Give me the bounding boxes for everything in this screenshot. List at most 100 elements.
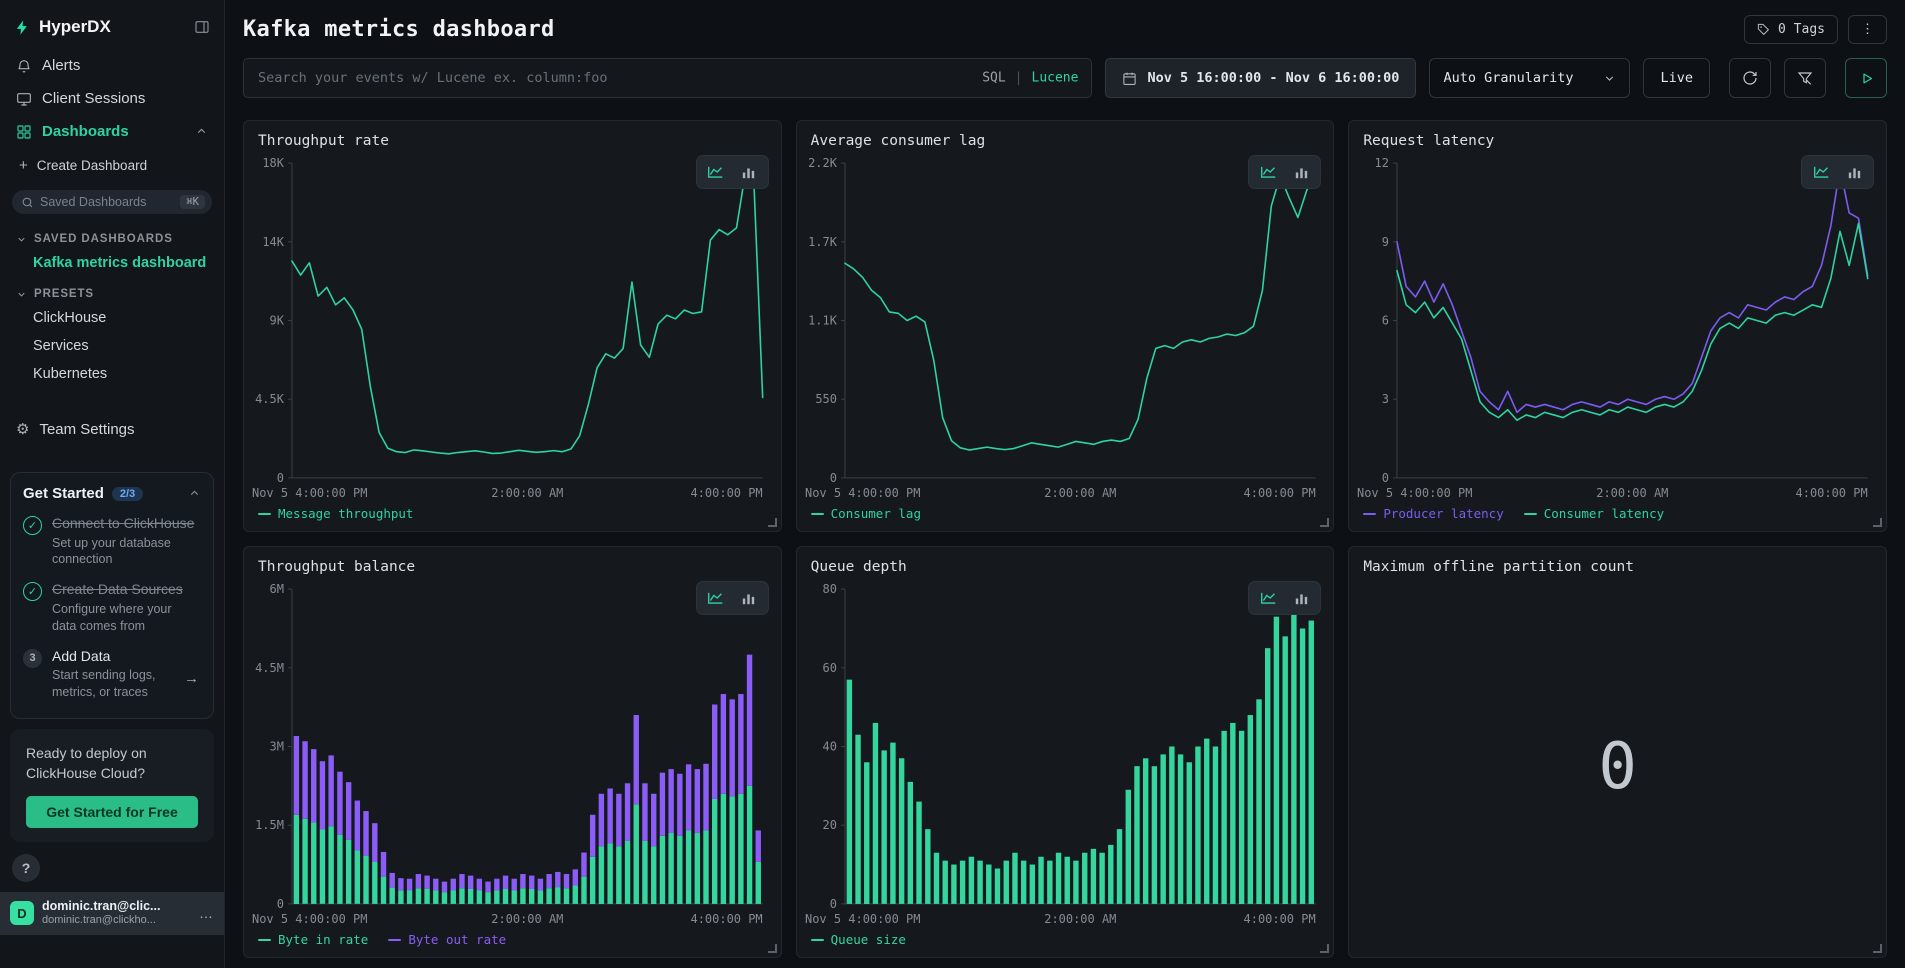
line-chart-icon[interactable] xyxy=(701,160,731,184)
tags-button[interactable]: 0 Tags xyxy=(1744,15,1838,44)
refresh-button[interactable] xyxy=(1729,58,1771,98)
divider: | xyxy=(1015,71,1023,86)
panel-title: Queue depth xyxy=(811,559,907,575)
svg-text:14K: 14K xyxy=(262,235,284,249)
event-search-input[interactable] xyxy=(243,58,1092,98)
deploy-card: Ready to deploy on ClickHouse Cloud? Get… xyxy=(10,729,214,843)
svg-text:12: 12 xyxy=(1375,156,1389,170)
chart-area[interactable]: 020406080Nov 5 4:00:00 PM2:00:00 AM4:00:… xyxy=(797,577,1334,930)
line-chart-icon[interactable] xyxy=(1253,586,1283,610)
get-started-free-button[interactable]: Get Started for Free xyxy=(26,796,198,828)
svg-text:0: 0 xyxy=(277,471,284,485)
chart-area[interactable]: 01.5M3M4.5M6MNov 5 4:00:00 PM2:00:00 AM4… xyxy=(244,577,781,930)
saved-dashboards-search[interactable]: ⌘K xyxy=(12,190,212,214)
bar-chart-icon[interactable] xyxy=(1839,160,1869,184)
svg-text:4:00:00 PM: 4:00:00 PM xyxy=(1243,486,1315,500)
nav-alerts-label: Alerts xyxy=(42,57,80,74)
clear-filters-button[interactable] xyxy=(1784,58,1826,98)
check-circle-icon: ✓ xyxy=(23,582,42,601)
create-dashboard-button[interactable]: + Create Dashboard xyxy=(0,148,224,178)
collapse-sidebar-icon[interactable] xyxy=(194,19,210,35)
svg-text:Nov 5 4:00:00 PM: Nov 5 4:00:00 PM xyxy=(805,912,920,926)
help-button[interactable]: ? xyxy=(12,854,40,882)
svg-text:4:00:00 PM: 4:00:00 PM xyxy=(1243,912,1315,926)
chart-area[interactable]: 04.5K9K14K18KNov 5 4:00:00 PM2:00:00 AM4… xyxy=(244,151,781,504)
chart-area[interactable]: 036912Nov 5 4:00:00 PM2:00:00 AM4:00:00 … xyxy=(1349,151,1886,504)
svg-text:40: 40 xyxy=(822,740,836,754)
grid-icon xyxy=(16,124,32,140)
resize-handle[interactable] xyxy=(1873,944,1882,953)
panel-title: Average consumer lag xyxy=(811,133,986,149)
live-button[interactable]: Live xyxy=(1643,58,1710,98)
resize-handle[interactable] xyxy=(1320,518,1329,527)
search-bar: SQL | Lucene xyxy=(243,58,1092,98)
arrow-right-icon[interactable]: → xyxy=(184,670,199,687)
get-started-step-3[interactable]: 3 Add Data Start sending logs, metrics, … xyxy=(23,648,201,701)
saved-dashboards-section-header[interactable]: SAVED DASHBOARDS xyxy=(0,222,224,249)
nav-dashboards[interactable]: Dashboards xyxy=(0,115,224,148)
legend-item[interactable]: Byte out rate xyxy=(388,932,506,947)
sidebar-item-kubernetes[interactable]: Kubernetes xyxy=(0,360,224,388)
chart-area[interactable]: 05501.1K1.7K2.2KNov 5 4:00:00 PM2:00:00 … xyxy=(797,151,1334,504)
step-title: Connect to ClickHouse xyxy=(52,515,194,533)
run-query-button[interactable] xyxy=(1845,58,1887,98)
presets-section-header[interactable]: PRESETS xyxy=(0,277,224,304)
resize-handle[interactable] xyxy=(768,944,777,953)
bar-chart-icon[interactable] xyxy=(734,160,764,184)
chevron-up-icon[interactable] xyxy=(188,487,201,500)
lucene-toggle[interactable]: Lucene xyxy=(1032,71,1079,86)
get-started-step-1[interactable]: ✓ Connect to ClickHouse Set up your data… xyxy=(23,515,201,568)
svg-text:Nov 5 4:00:00 PM: Nov 5 4:00:00 PM xyxy=(252,486,367,500)
more-menu-button[interactable]: ⋮ xyxy=(1848,15,1887,44)
legend-item[interactable]: Byte in rate xyxy=(258,932,368,947)
panel-average-consumer-lag: Average consumer lag 05501.1K1.7K2.2KNov… xyxy=(796,120,1335,532)
header-actions: 0 Tags ⋮ xyxy=(1744,15,1887,44)
granularity-select[interactable]: Auto Granularity xyxy=(1429,58,1630,98)
get-started-header: Get Started 2/3 xyxy=(23,485,201,502)
chevron-down-icon xyxy=(1603,72,1616,85)
svg-text:6: 6 xyxy=(1382,314,1389,328)
step-number-badge: 3 xyxy=(23,649,42,668)
brand-name: HyperDX xyxy=(39,17,111,37)
get-started-step-2[interactable]: ✓ Create Data Sources Configure where yo… xyxy=(23,581,201,634)
chart-type-toggle xyxy=(696,581,769,615)
sidebar-bottom: Ready to deploy on ClickHouse Cloud? Get… xyxy=(0,719,224,968)
legend-item[interactable]: Queue size xyxy=(811,932,906,947)
svg-text:4:00:00 PM: 4:00:00 PM xyxy=(691,912,763,926)
user-menu[interactable]: D dominic.tran@clic... dominic.tran@clic… xyxy=(0,892,224,934)
svg-text:20: 20 xyxy=(822,818,836,832)
bar-chart-icon[interactable] xyxy=(1286,586,1316,610)
svg-text:3: 3 xyxy=(1382,392,1389,406)
svg-text:9K: 9K xyxy=(270,314,285,328)
legend-item[interactable]: Producer latency xyxy=(1363,506,1503,521)
line-chart-icon[interactable] xyxy=(1806,160,1836,184)
panel-title: Maximum offline partition count xyxy=(1363,559,1634,575)
nav-client-sessions[interactable]: Client Sessions xyxy=(0,82,224,115)
saved-dashboards-search-input[interactable] xyxy=(40,195,174,209)
panel-max-offline-partition-count: Maximum offline partition count 0 xyxy=(1348,546,1887,958)
bar-chart-icon[interactable] xyxy=(734,586,764,610)
user-menu-dots-icon[interactable]: … xyxy=(199,905,214,921)
metric-value: 0 xyxy=(1349,577,1886,957)
sidebar-item-clickhouse[interactable]: ClickHouse xyxy=(0,304,224,332)
chart-legend: Consumer lag xyxy=(797,504,1334,531)
line-chart-icon[interactable] xyxy=(1253,160,1283,184)
date-range-label: Nov 5 16:00:00 - Nov 6 16:00:00 xyxy=(1147,70,1399,86)
sidebar-item-kafka-metrics-dashboard[interactable]: Kafka metrics dashboard xyxy=(0,249,224,277)
legend-item[interactable]: Message throughput xyxy=(258,506,413,521)
line-chart-icon[interactable] xyxy=(701,586,731,610)
legend-item[interactable]: Consumer lag xyxy=(811,506,921,521)
nav-team-settings[interactable]: ⚙ Team Settings xyxy=(0,412,224,446)
sql-toggle[interactable]: SQL xyxy=(982,71,1005,86)
resize-handle[interactable] xyxy=(1873,518,1882,527)
date-range-picker[interactable]: Nov 5 16:00:00 - Nov 6 16:00:00 xyxy=(1105,58,1416,98)
nav-alerts[interactable]: Alerts xyxy=(0,49,224,82)
legend-item[interactable]: Consumer latency xyxy=(1524,506,1664,521)
resize-handle[interactable] xyxy=(1320,944,1329,953)
svg-text:18K: 18K xyxy=(262,156,284,170)
sidebar-item-services[interactable]: Services xyxy=(0,332,224,360)
hyperdx-logo-icon xyxy=(14,19,31,36)
resize-handle[interactable] xyxy=(768,518,777,527)
svg-text:2:00:00 AM: 2:00:00 AM xyxy=(1044,912,1116,926)
bar-chart-icon[interactable] xyxy=(1286,160,1316,184)
